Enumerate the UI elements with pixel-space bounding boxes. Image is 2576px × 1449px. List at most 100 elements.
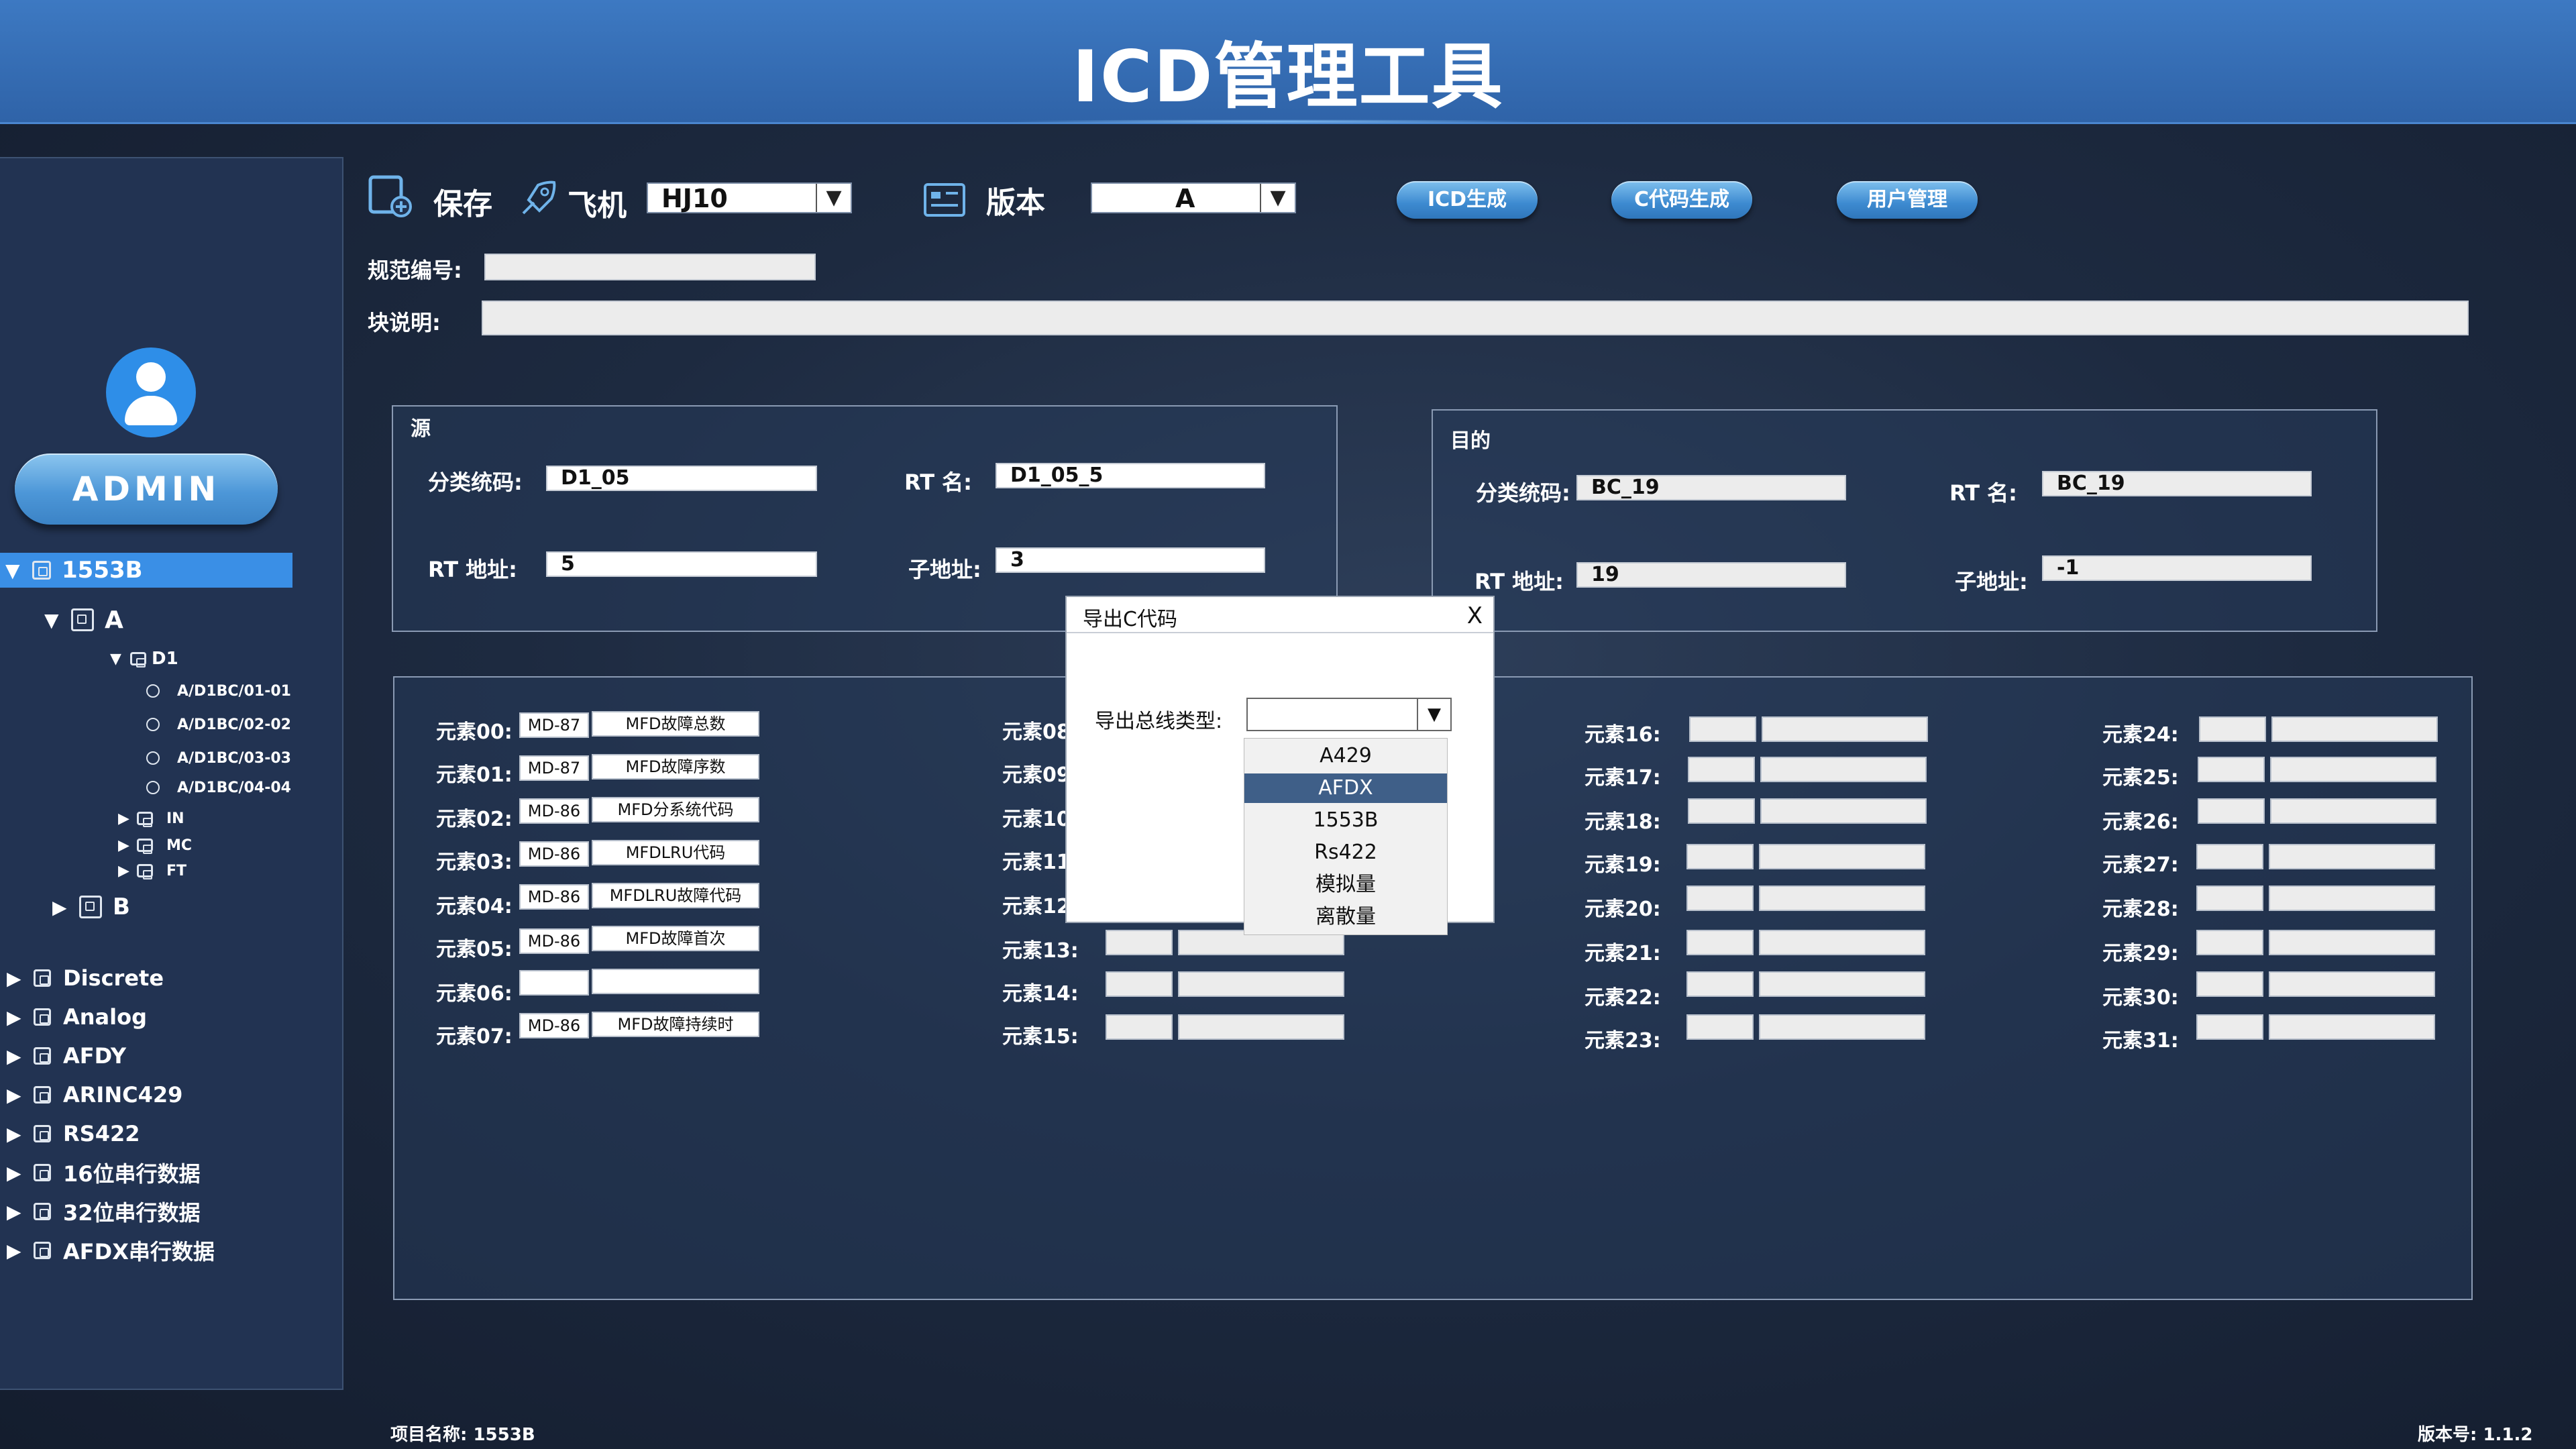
- element-desc-input[interactable]: [1760, 798, 1927, 824]
- element-code-input[interactable]: [2196, 930, 2263, 955]
- element-code-input[interactable]: [1689, 716, 1756, 742]
- tree-item-b[interactable]: ▶ B: [52, 890, 130, 924]
- chevron-right-icon[interactable]: ▶: [118, 863, 137, 879]
- chevron-down-icon[interactable]: ▼: [110, 651, 130, 667]
- tree-item-d1[interactable]: ▼ D1: [110, 641, 178, 676]
- element-desc-input[interactable]: [592, 969, 759, 994]
- option-analog[interactable]: 模拟量: [1244, 870, 1447, 900]
- element-code-input[interactable]: MD-86: [519, 928, 589, 954]
- icd-generate-button[interactable]: ICD生成: [1397, 181, 1538, 219]
- version-select[interactable]: A ▼: [1091, 182, 1296, 213]
- element-desc-input[interactable]: [1759, 885, 1925, 911]
- tree-leaf[interactable]: A/D1BC/04-04: [146, 770, 291, 805]
- chevron-right-icon[interactable]: ▶: [7, 967, 34, 989]
- element-code-input[interactable]: [1106, 1014, 1173, 1040]
- element-code-input[interactable]: [1106, 971, 1173, 997]
- element-code-input[interactable]: [2196, 1014, 2263, 1040]
- element-desc-input[interactable]: [1178, 1014, 1344, 1040]
- close-icon[interactable]: X: [1467, 602, 1483, 629]
- element-code-input[interactable]: [1688, 757, 1755, 782]
- element-desc-input[interactable]: MFD分系统代码: [592, 797, 759, 822]
- element-desc-input[interactable]: MFDLRU代码: [592, 840, 759, 865]
- user-avatar-icon[interactable]: [106, 347, 196, 437]
- save-label[interactable]: 保存: [433, 180, 492, 223]
- element-desc-input[interactable]: [2269, 885, 2435, 911]
- tree-item-discrete[interactable]: ▶ Discrete: [7, 961, 164, 996]
- dest-class-input[interactable]: BC_19: [1576, 475, 1846, 500]
- chevron-right-icon[interactable]: ▶: [7, 1162, 34, 1184]
- tree-item-a[interactable]: ▼ A: [44, 602, 123, 637]
- option-a429[interactable]: A429: [1244, 741, 1447, 771]
- element-desc-input[interactable]: [1759, 844, 1925, 869]
- element-desc-input[interactable]: MFD故障序数: [592, 754, 759, 780]
- element-code-input[interactable]: [1686, 971, 1754, 997]
- element-code-input[interactable]: [2196, 844, 2263, 869]
- element-desc-input[interactable]: [1759, 1014, 1925, 1040]
- admin-button[interactable]: ADMIN: [15, 453, 278, 525]
- tree-leaf[interactable]: A/D1BC/01-01: [146, 674, 291, 708]
- option-afdx[interactable]: AFDX: [1244, 773, 1447, 803]
- chevron-right-icon[interactable]: ▶: [7, 1084, 34, 1106]
- element-code-input[interactable]: MD-87: [519, 755, 589, 781]
- tree-item-rs422[interactable]: ▶ RS422: [7, 1116, 140, 1151]
- option-rs422[interactable]: Rs422: [1244, 838, 1447, 867]
- tree-leaf[interactable]: A/D1BC/02-02: [146, 707, 291, 742]
- element-code-input[interactable]: [1686, 1014, 1754, 1040]
- element-desc-input[interactable]: [2270, 798, 2436, 824]
- dropdown-arrow-icon[interactable]: ▼: [816, 184, 851, 212]
- chevron-right-icon[interactable]: ▶: [52, 896, 79, 918]
- dropdown-arrow-icon[interactable]: ▼: [1260, 184, 1295, 212]
- element-code-input[interactable]: MD-86: [519, 841, 589, 867]
- source-rtaddr-input[interactable]: 5: [546, 551, 817, 577]
- option-1553b[interactable]: 1553B: [1244, 806, 1447, 835]
- element-desc-input[interactable]: MFD故障首次: [592, 926, 759, 951]
- spec-input[interactable]: [484, 254, 816, 280]
- element-desc-input[interactable]: [2269, 844, 2435, 869]
- chevron-down-icon[interactable]: ▼: [44, 609, 71, 631]
- block-input[interactable]: [482, 301, 2469, 335]
- element-code-input[interactable]: [1686, 930, 1754, 955]
- element-code-input[interactable]: [2198, 798, 2265, 824]
- source-class-input[interactable]: D1_05: [546, 466, 817, 491]
- chevron-right-icon[interactable]: ▶: [118, 810, 137, 827]
- tree-item-afdx[interactable]: ▶ AFDX串行数据: [7, 1233, 215, 1268]
- element-desc-input[interactable]: [2269, 971, 2435, 997]
- element-desc-input[interactable]: [2269, 1014, 2435, 1040]
- tree-item-analog[interactable]: ▶ Analog: [7, 1000, 147, 1034]
- chevron-right-icon[interactable]: ▶: [7, 1201, 34, 1223]
- element-code-input[interactable]: [2196, 971, 2263, 997]
- plane-select[interactable]: HJ10 ▼: [647, 182, 852, 213]
- element-desc-input[interactable]: MFD故障持续时: [592, 1012, 759, 1037]
- tree-item-afdy[interactable]: ▶ AFDY: [7, 1038, 126, 1073]
- tree-item-ft[interactable]: ▶ FT: [118, 853, 186, 888]
- dest-rtname-input[interactable]: BC_19: [2042, 471, 2312, 496]
- user-management-button[interactable]: 用户管理: [1837, 181, 1978, 219]
- tree-item-32bit[interactable]: ▶ 32位串行数据: [7, 1194, 201, 1229]
- element-code-input[interactable]: [2198, 757, 2265, 782]
- chevron-right-icon[interactable]: ▶: [7, 1006, 34, 1028]
- chevron-right-icon[interactable]: ▶: [7, 1240, 34, 1262]
- element-code-input[interactable]: MD-86: [519, 884, 589, 910]
- tree-item-arinc429[interactable]: ▶ ARINC429: [7, 1077, 182, 1112]
- dropdown-arrow-icon[interactable]: ▼: [1417, 699, 1450, 730]
- element-code-input[interactable]: [1686, 885, 1754, 911]
- element-desc-input[interactable]: [2271, 716, 2438, 742]
- chevron-down-icon[interactable]: ▼: [5, 559, 32, 582]
- element-desc-input[interactable]: [1178, 971, 1344, 997]
- chevron-right-icon[interactable]: ▶: [7, 1123, 34, 1145]
- element-desc-input[interactable]: [2270, 757, 2436, 782]
- c-code-generate-button[interactable]: C代码生成: [1611, 181, 1752, 219]
- element-code-input[interactable]: [2196, 885, 2263, 911]
- element-code-input[interactable]: [1106, 930, 1173, 955]
- element-desc-input[interactable]: [1759, 971, 1925, 997]
- tree-item-16bit[interactable]: ▶ 16位串行数据: [7, 1155, 201, 1190]
- source-subaddr-input[interactable]: 3: [996, 547, 1265, 573]
- element-desc-input[interactable]: [1760, 757, 1927, 782]
- dest-rtaddr-input[interactable]: 19: [1576, 562, 1846, 588]
- bus-type-select[interactable]: ▼: [1246, 698, 1452, 731]
- chevron-right-icon[interactable]: ▶: [7, 1045, 34, 1067]
- save-icon[interactable]: [368, 173, 413, 219]
- chevron-right-icon[interactable]: ▶: [118, 837, 137, 854]
- element-desc-input[interactable]: [1762, 716, 1928, 742]
- element-code-input[interactable]: [2199, 716, 2266, 742]
